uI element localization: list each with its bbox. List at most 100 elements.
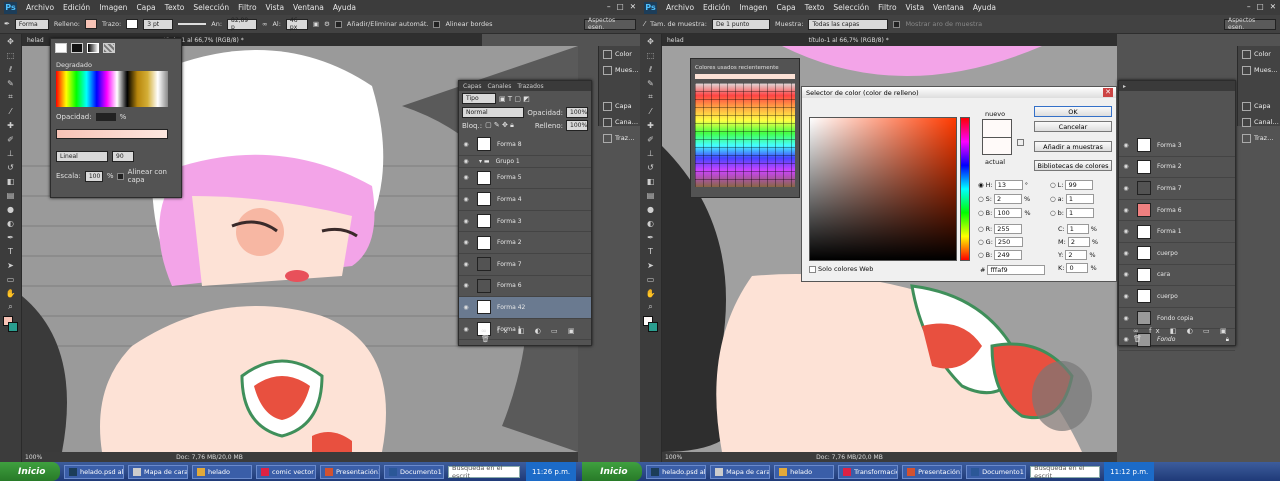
color-swatches[interactable] <box>640 314 661 336</box>
menu-imagen[interactable]: Imagen <box>99 3 127 12</box>
filter-icons[interactable]: ▣ T ▢ ◩ <box>499 95 530 103</box>
zoom-tool-icon[interactable]: ⌕ <box>640 300 661 314</box>
lock-icons[interactable]: ▢ ✎ ✥ 🔒︎ <box>485 121 514 130</box>
layer-row[interactable]: ◉ Forma 3 <box>1119 135 1235 157</box>
dock-swatches[interactable]: Mues… <box>1238 62 1280 78</box>
lasso-tool-icon[interactable]: ℓ <box>0 62 21 76</box>
path-select-icon[interactable]: ➤ <box>0 258 21 272</box>
eye-icon[interactable]: ◉ <box>1119 207 1133 214</box>
menu-archivo[interactable]: Archivo <box>666 3 694 12</box>
task-browser[interactable]: comic vector gi… <box>256 464 316 479</box>
s-input[interactable]: 2 <box>994 194 1022 204</box>
color-libraries-button[interactable]: Bibliotecas de colores <box>1034 160 1112 171</box>
cancel-button[interactable]: Cancelar <box>1034 121 1112 132</box>
shape-tool-icon[interactable]: ▭ <box>0 272 21 286</box>
eyedropper-tool-icon[interactable]: ⁄ <box>640 104 661 118</box>
gradient-preview-bar[interactable] <box>56 129 168 139</box>
tab-capas[interactable]: Capas <box>463 83 481 90</box>
eraser-tool-icon[interactable]: ◧ <box>0 174 21 188</box>
tab-canales[interactable]: Canales <box>487 83 511 90</box>
desktop-search[interactable]: Búsqueda en el escrit <box>448 464 520 480</box>
lasso-tool-icon[interactable]: ℓ <box>640 62 661 76</box>
start-button[interactable]: Inicio <box>582 462 643 481</box>
maximize-icon[interactable]: □ <box>617 2 624 11</box>
dock-paths[interactable]: Traz… <box>1238 130 1280 146</box>
close-icon[interactable]: ✕ <box>1270 2 1276 11</box>
dock-layers[interactable]: Capa <box>599 98 640 114</box>
ok-button[interactable]: OK <box>1034 106 1112 117</box>
height-input[interactable]: 46 px <box>285 17 308 31</box>
gear-icon[interactable]: ⚙ <box>324 20 330 28</box>
menu-ventana[interactable]: Ventana <box>293 3 324 12</box>
dodge-tool-icon[interactable]: ◐ <box>0 216 21 230</box>
link-icon[interactable]: ∞ <box>262 20 267 28</box>
history-brush-icon[interactable]: ↺ <box>0 160 21 174</box>
r-input[interactable]: 255 <box>994 224 1023 234</box>
l-input[interactable]: 99 <box>1065 180 1094 190</box>
quick-select-tool-icon[interactable]: ✎ <box>0 76 21 90</box>
eye-icon[interactable]: ◉ <box>459 141 473 148</box>
dock-channels[interactable]: Cana… <box>599 114 640 130</box>
eyedropper-tool-icon[interactable]: ⁄ <box>644 20 645 28</box>
eye-icon[interactable]: ◉ <box>1119 185 1133 192</box>
minimize-icon[interactable]: – <box>607 2 611 11</box>
layer-row-selected[interactable]: ◉ Forma 42 <box>459 297 591 319</box>
menu-ayuda[interactable]: Ayuda <box>973 3 996 12</box>
layers-footer-icons[interactable]: ∞ fx ◧ ◐ ▭ ▣ 🗑︎ <box>1133 327 1235 343</box>
eye-icon[interactable]: ◉ <box>459 158 473 165</box>
a-input[interactable]: 1 <box>1065 194 1094 204</box>
stamp-tool-icon[interactable]: ⊥ <box>640 146 661 160</box>
task-charmap[interactable]: Mapa de carac… <box>710 464 771 479</box>
web-only-checkbox[interactable] <box>809 265 816 273</box>
task-folder[interactable]: helado <box>192 464 252 479</box>
cube-icon[interactable] <box>1017 139 1024 146</box>
hue-slider[interactable] <box>960 117 970 261</box>
radio-icon[interactable]: ○ <box>978 238 984 246</box>
menu-ayuda[interactable]: Ayuda <box>333 3 356 12</box>
type-tool-icon[interactable]: T <box>0 244 21 258</box>
width-input[interactable]: 82,89 p <box>227 17 258 31</box>
h-input[interactable]: 13 <box>994 180 1023 190</box>
task-photoshop[interactable]: helado.psd al 1… <box>646 464 707 479</box>
layer-row[interactable]: ◉ Forma 4 <box>459 189 591 211</box>
menu-texto[interactable]: Texto <box>805 3 825 12</box>
tab-trazados[interactable]: Trazados <box>517 83 543 90</box>
radio-icon[interactable]: ○ <box>978 225 984 233</box>
eyedropper-tool-icon[interactable]: ⁄ <box>0 104 21 118</box>
gradient-fill-icon[interactable] <box>87 43 99 53</box>
hand-tool-icon[interactable]: ✋ <box>640 286 661 300</box>
stroke-type-select[interactable] <box>178 23 207 25</box>
align-edges-checkbox[interactable] <box>433 20 441 28</box>
blue-input[interactable]: 249 <box>994 250 1023 260</box>
show-ring-checkbox[interactable] <box>893 20 901 28</box>
crop-tool-icon[interactable]: ⌗ <box>0 90 21 104</box>
quick-select-tool-icon[interactable]: ✎ <box>640 76 661 90</box>
shape-tool-icon[interactable]: ▭ <box>640 272 661 286</box>
gradient-tool-icon[interactable]: ▤ <box>640 188 661 202</box>
task-word[interactable]: Documento1 -… <box>966 464 1027 479</box>
lab-b-input[interactable]: 1 <box>1066 208 1094 218</box>
task-powerpoint[interactable]: Presentación1 … <box>320 464 380 479</box>
brush-tool-icon[interactable]: ✐ <box>0 132 21 146</box>
zoom-level[interactable]: 100% <box>665 454 682 461</box>
hex-input[interactable]: fffaf9 <box>987 265 1046 275</box>
menu-seleccion[interactable]: Selección <box>193 3 229 12</box>
add-to-swatches-button[interactable]: Añadir a muestras <box>1034 141 1112 152</box>
marquee-tool-icon[interactable]: ⬚ <box>640 48 661 62</box>
pattern-fill-icon[interactable] <box>103 43 115 53</box>
gradient-style-select[interactable]: Lineal <box>56 151 108 162</box>
fill-swatch[interactable] <box>85 19 97 29</box>
eye-icon[interactable]: ◉ <box>1119 315 1133 322</box>
layer-row[interactable]: ◉ Forma 3 <box>459 211 591 233</box>
task-powerpoint[interactable]: Presentación1 … <box>902 464 963 479</box>
eye-icon[interactable]: ◉ <box>459 239 473 246</box>
eye-icon[interactable]: ◉ <box>459 282 473 289</box>
align-layer-checkbox[interactable] <box>117 172 124 180</box>
menu-ventana[interactable]: Ventana <box>933 3 964 12</box>
doc-tab-name[interactable]: helad <box>27 37 44 44</box>
menu-seleccion[interactable]: Selección <box>833 3 869 12</box>
color-swatches[interactable] <box>0 314 21 336</box>
radio-icon[interactable]: ○ <box>978 195 984 203</box>
history-brush-icon[interactable]: ↺ <box>640 160 661 174</box>
eye-icon[interactable]: ◉ <box>1119 336 1133 343</box>
